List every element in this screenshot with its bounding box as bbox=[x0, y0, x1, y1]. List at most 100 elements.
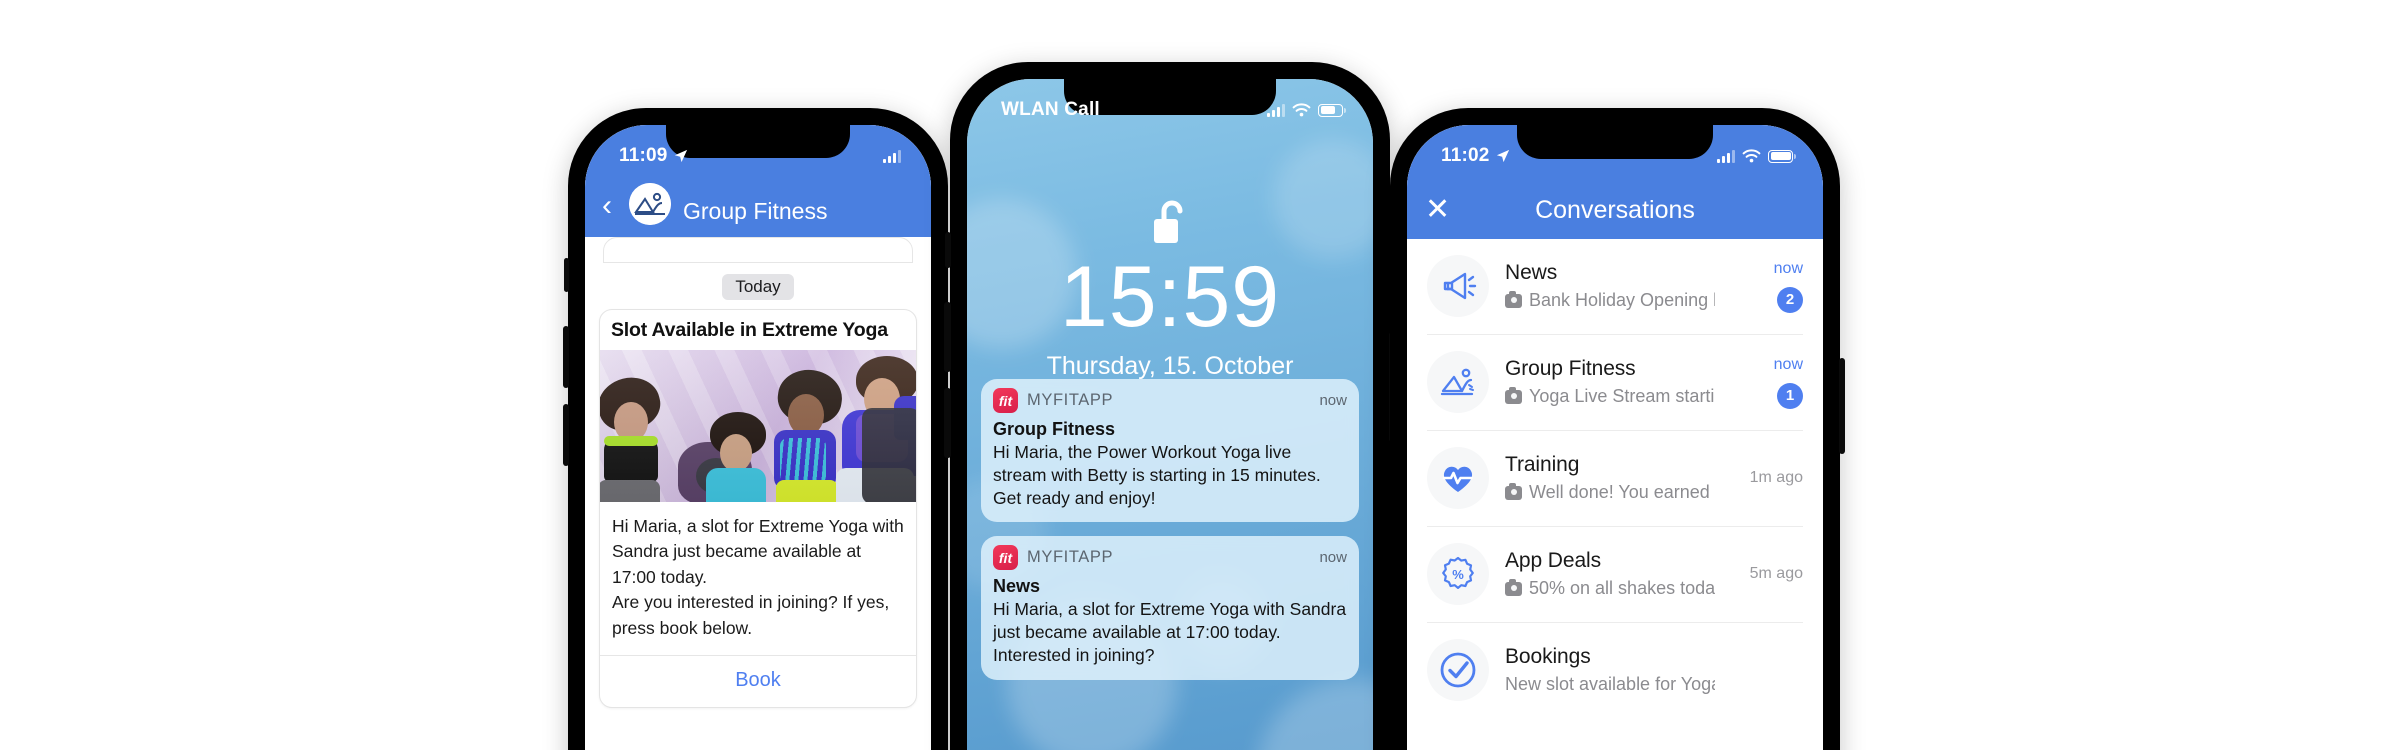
megaphone-icon bbox=[1427, 255, 1489, 317]
volume-down-button[interactable] bbox=[563, 404, 569, 466]
phone-center-lockscreen: WLAN Call 15:59 Thursday, 15. October fi… bbox=[944, 62, 1396, 750]
notification-title: News bbox=[993, 576, 1041, 597]
notification-card[interactable]: fit MYFITAPP now Group Fitness Hi Maria,… bbox=[981, 379, 1359, 523]
center-status-bar: WLAN Call bbox=[967, 79, 1373, 129]
conversation-text: Group Fitness Yoga Live Stream starting … bbox=[1505, 357, 1715, 407]
card-body-text: Hi Maria, a slot for Extreme Yoga with S… bbox=[600, 502, 916, 655]
conversation-time: now bbox=[1773, 259, 1803, 277]
lockscreen-clock: 15:59 Thursday, 15. October bbox=[967, 254, 1373, 381]
conversation-name: Group Fitness bbox=[1505, 357, 1636, 380]
conversation-meta: now 1 bbox=[1731, 356, 1803, 409]
conversation-row-app-deals[interactable]: % App Deals 50% on all shakes today... 5… bbox=[1427, 527, 1803, 623]
conversations-list[interactable]: News Bank Holiday Opening hours ... now … bbox=[1407, 239, 1823, 750]
signal-bars-icon bbox=[1267, 103, 1285, 117]
previous-message-bubble[interactable] bbox=[603, 237, 913, 263]
phone-left-chat: 11:09 ‹ Group Fitness Today Slot Availab… bbox=[563, 108, 948, 750]
notification-time: now bbox=[1319, 549, 1347, 567]
conversation-meta: 1m ago bbox=[1731, 469, 1803, 487]
book-button[interactable]: Book bbox=[600, 656, 916, 707]
notification-header: fit MYFITAPP now bbox=[993, 388, 1347, 413]
battery-icon bbox=[1318, 103, 1346, 117]
conversation-row-bookings[interactable]: Bookings New slot available for Yoga... … bbox=[1427, 623, 1803, 718]
chevron-left-icon[interactable]: ‹ bbox=[585, 189, 629, 225]
conversation-meta: now 2 bbox=[1731, 260, 1803, 313]
conversation-name: Training bbox=[1505, 453, 1580, 476]
screenshot-stage: 11:09 ‹ Group Fitness Today Slot Availab… bbox=[0, 0, 2400, 750]
carrier-label: WLAN Call bbox=[1001, 99, 1100, 120]
right-status-time: 11:02 bbox=[1441, 145, 1490, 166]
camera-icon bbox=[1505, 482, 1522, 500]
conversation-text: App Deals 50% on all shakes today... bbox=[1505, 549, 1715, 599]
conversation-preview-text: Well done! You earned 10 points ... bbox=[1529, 482, 1715, 502]
phone-right-conversations: 11:02 ✕ Conversations News Bank Holiday … bbox=[1390, 108, 1845, 750]
camera-icon bbox=[1505, 578, 1522, 596]
camera-icon bbox=[1505, 386, 1522, 404]
percent-badge-icon: % bbox=[1427, 543, 1489, 605]
conversation-row-news[interactable]: News Bank Holiday Opening hours ... now … bbox=[1427, 239, 1803, 335]
notification-body: Hi Maria, a slot for Extreme Yoga with S… bbox=[993, 599, 1347, 666]
conversation-preview-text: Yoga Live Stream starting ... bbox=[1529, 386, 1715, 406]
notification-app-name: MYFITAPP bbox=[1027, 548, 1114, 567]
center-screen: WLAN Call 15:59 Thursday, 15. October fi… bbox=[967, 79, 1373, 750]
left-status-right bbox=[883, 149, 901, 163]
conversation-preview-text: New slot available for Yoga... bbox=[1505, 674, 1715, 694]
volume-down-button[interactable] bbox=[944, 388, 951, 458]
conversation-name: Bookings bbox=[1505, 645, 1591, 668]
right-status-bar: 11:02 bbox=[1407, 125, 1823, 175]
fitness-class-photo bbox=[600, 350, 916, 502]
mute-switch[interactable] bbox=[564, 258, 569, 292]
left-screen: 11:09 ‹ Group Fitness Today Slot Availab… bbox=[585, 125, 931, 750]
right-status-left: 11:02 bbox=[1441, 145, 1510, 167]
conversations-title: Conversations bbox=[1535, 196, 1695, 224]
myfitapp-icon: fit bbox=[993, 388, 1018, 413]
center-status-right bbox=[1267, 103, 1346, 117]
conversation-time: 5m ago bbox=[1749, 565, 1803, 582]
unread-badge: 1 bbox=[1777, 382, 1803, 409]
svg-text:%: % bbox=[1452, 567, 1464, 582]
wifi-icon bbox=[1292, 103, 1311, 117]
notification-stack: fit MYFITAPP now Group Fitness Hi Maria,… bbox=[981, 379, 1359, 694]
conversation-name: News bbox=[1505, 261, 1558, 284]
notification-header: fit MYFITAPP now bbox=[993, 545, 1347, 571]
conversation-preview: 50% on all shakes today... bbox=[1505, 578, 1715, 599]
location-arrow-icon bbox=[1496, 149, 1509, 163]
volume-up-button[interactable] bbox=[563, 326, 569, 388]
power-button[interactable] bbox=[1839, 358, 1845, 454]
conversation-text: News Bank Holiday Opening hours ... bbox=[1505, 261, 1715, 311]
conversation-text: Bookings New slot available for Yoga... … bbox=[1505, 645, 1715, 695]
notification-title: Group Fitness bbox=[993, 419, 1116, 439]
notification-card[interactable]: fit MYFITAPP now News Hi Maria, a slot f… bbox=[981, 536, 1359, 680]
conversation-text: Training Well done! You earned 10 points… bbox=[1505, 453, 1715, 503]
left-status-left: 11:09 bbox=[619, 145, 688, 167]
conversation-meta: 5m ago bbox=[1731, 565, 1803, 583]
mute-switch[interactable] bbox=[945, 232, 951, 268]
card-body-line-1: Hi Maria, a slot for Extreme Yoga with S… bbox=[612, 516, 904, 587]
volume-up-button[interactable] bbox=[944, 302, 951, 372]
conversation-preview: Bank Holiday Opening hours ... bbox=[1505, 290, 1715, 311]
notification-time: now bbox=[1319, 392, 1347, 409]
conversation-time: 1m ago bbox=[1749, 469, 1803, 486]
conversation-row-training[interactable]: Training Well done! You earned 10 points… bbox=[1427, 431, 1803, 527]
group-fitness-avatar-icon[interactable] bbox=[629, 183, 671, 225]
unlocked-padlock-icon bbox=[1148, 197, 1192, 254]
conversation-preview: Yoga Live Stream starting ... bbox=[1505, 386, 1715, 407]
center-status-left: WLAN Call bbox=[1001, 99, 1100, 121]
wifi-icon bbox=[1742, 149, 1761, 163]
conversation-preview: Well done! You earned 10 points ... bbox=[1505, 482, 1715, 503]
clock-date: Thursday, 15. October bbox=[1046, 352, 1294, 380]
myfitapp-icon: fit bbox=[993, 545, 1018, 571]
conversation-preview-text: 50% on all shakes today... bbox=[1529, 578, 1715, 598]
card-title: Slot Available in Extreme Yoga bbox=[611, 319, 888, 341]
conversation-preview: New slot available for Yoga... · bbox=[1505, 674, 1715, 695]
conversation-row-group-fitness[interactable]: Group Fitness Yoga Live Stream starting … bbox=[1427, 335, 1803, 431]
conversation-preview-text: Bank Holiday Opening hours ... bbox=[1529, 290, 1715, 310]
day-divider: Today bbox=[722, 274, 794, 300]
conversation-time: now bbox=[1773, 355, 1803, 373]
card-body-line-2: Are you interested in joining? If yes, p… bbox=[612, 592, 890, 638]
message-card[interactable]: Slot Available in Extreme Yoga Hi Maria,… bbox=[599, 309, 917, 708]
unread-badge: 2 bbox=[1777, 286, 1803, 313]
signal-bars-icon bbox=[883, 149, 901, 163]
left-nav-title: Group Fitness bbox=[683, 198, 828, 224]
chat-body: Today Slot Available in Extreme Yoga Hi … bbox=[585, 237, 931, 750]
right-screen: 11:02 ✕ Conversations News Bank Holiday … bbox=[1407, 125, 1823, 750]
